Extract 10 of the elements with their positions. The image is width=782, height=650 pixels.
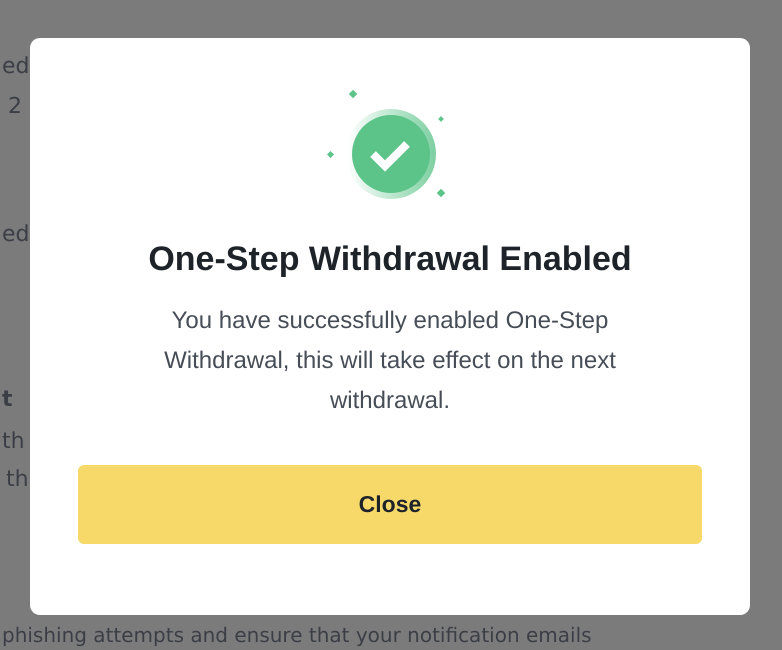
background-text: th [6, 466, 29, 494]
close-button[interactable]: Close [78, 465, 702, 544]
dialog-title: One-Step Withdrawal Enabled [148, 240, 632, 279]
background-text: 2 [8, 93, 22, 121]
background-text: t [2, 386, 13, 414]
background-text: phishing attempts and ensure that your notification emails [2, 622, 592, 648]
background-text: ed [2, 221, 30, 249]
background-text: th [2, 428, 25, 456]
dialog-message: You have successfully enabled One-Step Withdrawal, this will take effect on the next withdrawal. [163, 306, 617, 416]
background-text: ed [2, 53, 30, 81]
